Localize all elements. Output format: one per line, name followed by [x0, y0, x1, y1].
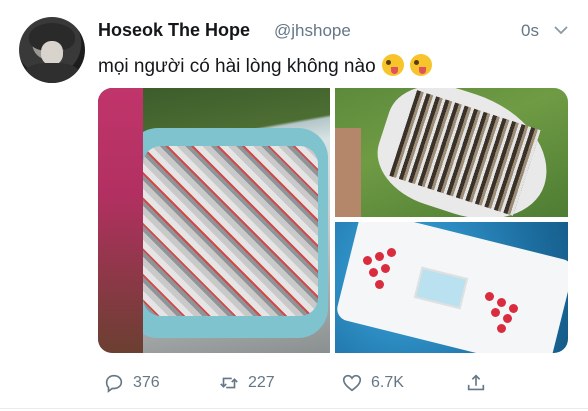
retweet-icon: [220, 377, 238, 389]
share-icon: [467, 374, 485, 391]
path-shape: [335, 128, 361, 217]
cup: [369, 268, 378, 277]
tweet-text-body: mọi người có hài lòng không nào: [98, 56, 376, 77]
person-shape: [98, 88, 143, 353]
cup: [509, 304, 518, 313]
reply-count: 376: [133, 374, 160, 391]
avatar-face: [41, 41, 63, 65]
cup: [503, 314, 512, 323]
cup: [375, 252, 384, 261]
display-name[interactable]: Hoseok The Hope: [98, 20, 250, 41]
user-handle[interactable]: @jhshope: [274, 21, 351, 41]
cup: [485, 292, 494, 301]
cup: [497, 298, 506, 307]
tweet-text: mọi người có hài lòng không nào: [98, 54, 432, 78]
avatar-body: [23, 63, 81, 83]
reply-button[interactable]: 376: [103, 372, 160, 394]
divider: [0, 408, 588, 409]
avatar[interactable]: [19, 17, 85, 83]
heart-icon: [342, 374, 362, 392]
cans-shape: [143, 146, 318, 316]
reply-icon: [105, 374, 123, 393]
cup: [491, 308, 500, 317]
retweet-button[interactable]: 227: [218, 372, 275, 394]
retweet-count: 227: [248, 374, 275, 391]
cup: [381, 264, 390, 273]
like-button[interactable]: 6.7K: [341, 372, 404, 394]
zany-face-icon: [409, 54, 432, 76]
media-photo-3[interactable]: [335, 222, 568, 353]
share-button[interactable]: [465, 372, 487, 394]
zany-face-icon: [381, 54, 404, 76]
like-count: 6.7K: [371, 374, 404, 391]
cup: [497, 324, 506, 333]
cup: [375, 280, 384, 289]
chevron-down-icon[interactable]: [553, 22, 569, 38]
cup: [387, 248, 396, 257]
cup: [363, 256, 372, 265]
timestamp[interactable]: 0s: [521, 21, 539, 41]
media-photo-2[interactable]: [335, 88, 568, 217]
media-photo-1[interactable]: [98, 88, 330, 353]
